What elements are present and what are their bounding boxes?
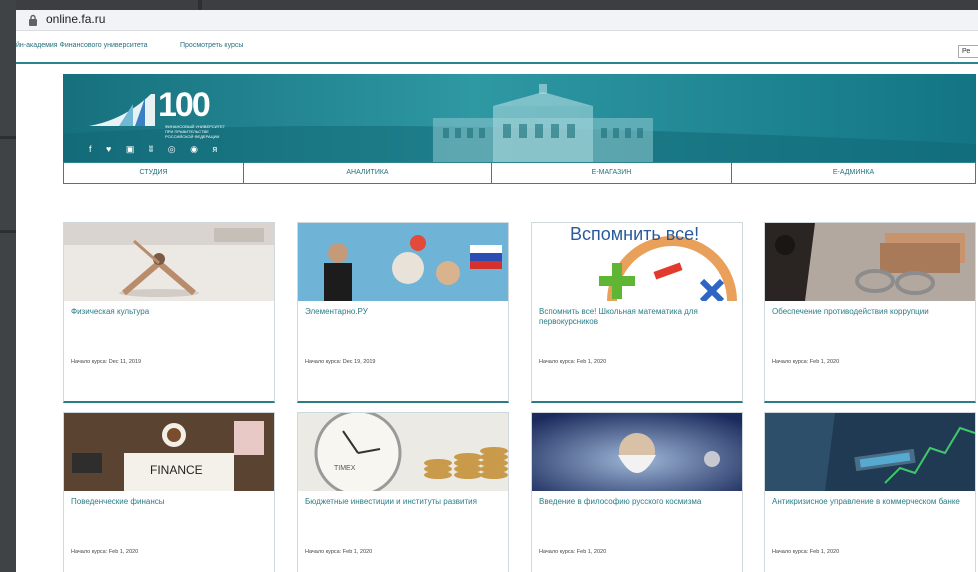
desktop-frame-left [0, 0, 16, 572]
tab-e-admin[interactable]: Е-АДМИНКА [732, 163, 975, 183]
course-image-corruption [765, 223, 975, 301]
course-start-date: Начало курса: Feb 1, 2020 [539, 549, 607, 555]
course-card[interactable]: Антикризисное управление в коммерческом … [764, 412, 976, 572]
register-button[interactable]: Ре [958, 45, 978, 58]
course-title[interactable]: Антикризисное управление в коммерческом … [772, 497, 968, 507]
course-title[interactable]: Вспомнить все! Школьная математика для п… [539, 307, 735, 327]
course-card[interactable]: FINANCE Поведенческие финансы Начало кур… [63, 412, 275, 572]
university-building-image [433, 84, 653, 162]
course-card[interactable]: Введение в философию русского космизма Н… [531, 412, 743, 572]
course-image-math: Вспомнить все! [532, 223, 742, 301]
course-title[interactable]: Обеспечение противодействия коррупции [772, 307, 968, 317]
course-image-yoga [64, 223, 274, 301]
tab-studio[interactable]: СТУДИЯ [64, 163, 244, 183]
course-start-date: Начало курса: Feb 1, 2020 [772, 549, 840, 555]
tab-e-shop[interactable]: Е-МАГАЗИН [492, 163, 732, 183]
course-card[interactable]: Элементарно.РУ Начало курса: Dec 19, 201… [297, 222, 509, 403]
tab-analytics[interactable]: АНАЛИТИКА [244, 163, 492, 183]
image-caption: FINANCE [150, 463, 203, 477]
course-title[interactable]: Поведенческие финансы [71, 497, 267, 507]
course-image-finance: FINANCE [64, 413, 274, 491]
address-bar[interactable]: online.fa.ru [16, 10, 978, 31]
course-card[interactable]: Вспомнить все! Вспомнить все! Школьная м… [531, 222, 743, 403]
course-title[interactable]: Введение в философию русского космизма [539, 497, 735, 507]
course-card[interactable]: Физическая культура Начало курса: Dec 11… [63, 222, 275, 403]
logo-text-line: РОССИЙСКОЙ ФЕДЕРАЦИИ [165, 134, 220, 139]
course-start-date: Начало курса: Feb 1, 2020 [772, 359, 840, 365]
course-image-banking [765, 413, 975, 491]
section-tabs: СТУДИЯ АНАЛИТИКА Е-МАГАЗИН Е-АДМИНКА [63, 162, 976, 184]
logo-number: 100 [158, 86, 211, 124]
course-image-budget: TIMEX [298, 413, 508, 491]
frame-divider [0, 230, 16, 233]
browser-window: online.fa.ru йн-академия Финансового уни… [16, 10, 978, 572]
course-title[interactable]: Бюджетные инвестиции и институты развити… [305, 497, 501, 507]
university-logo[interactable]: 100 ФИНАНСОВЫЙ УНИВЕРСИТЕТ ПРИ ПРАВИТЕЛЬ… [89, 84, 239, 139]
course-image-cosmism [532, 413, 742, 491]
url-text[interactable]: online.fa.ru [46, 12, 105, 26]
course-image-elementary [298, 223, 508, 301]
course-start-date: Начало курса: Dec 11, 2019 [71, 359, 142, 365]
course-start-date: Начало курса: Feb 1, 2020 [539, 359, 607, 365]
course-start-date: Начало курса: Feb 1, 2020 [305, 549, 373, 555]
course-title[interactable]: Элементарно.РУ [305, 307, 501, 317]
social-icons[interactable]: f ♥ ▣ ʬ ◎ ◉ я [89, 144, 223, 155]
image-caption: Вспомнить все! [570, 224, 700, 244]
course-title[interactable]: Физическая культура [71, 307, 267, 317]
image-caption: TIMEX [334, 465, 356, 472]
academy-link[interactable]: йн-академия Финансового университета [16, 42, 148, 49]
lock-icon [29, 14, 37, 26]
course-start-date: Начало курса: Feb 1, 2020 [71, 549, 139, 555]
desktop-frame-top [0, 0, 978, 10]
logo-emblem [89, 94, 155, 126]
frame-divider [0, 136, 16, 139]
course-card[interactable]: Обеспечение противодействия коррупции На… [764, 222, 976, 403]
course-start-date: Начало курса: Dec 19, 2019 [305, 359, 376, 365]
site-navbar: йн-академия Финансового университета Про… [16, 32, 978, 64]
view-courses-link[interactable]: Просмотреть курсы [180, 42, 243, 49]
course-card[interactable]: TIMEX Бюджетные инвестиции и институты р… [297, 412, 509, 572]
header-banner: 100 ФИНАНСОВЫЙ УНИВЕРСИТЕТ ПРИ ПРАВИТЕЛЬ… [63, 74, 976, 162]
